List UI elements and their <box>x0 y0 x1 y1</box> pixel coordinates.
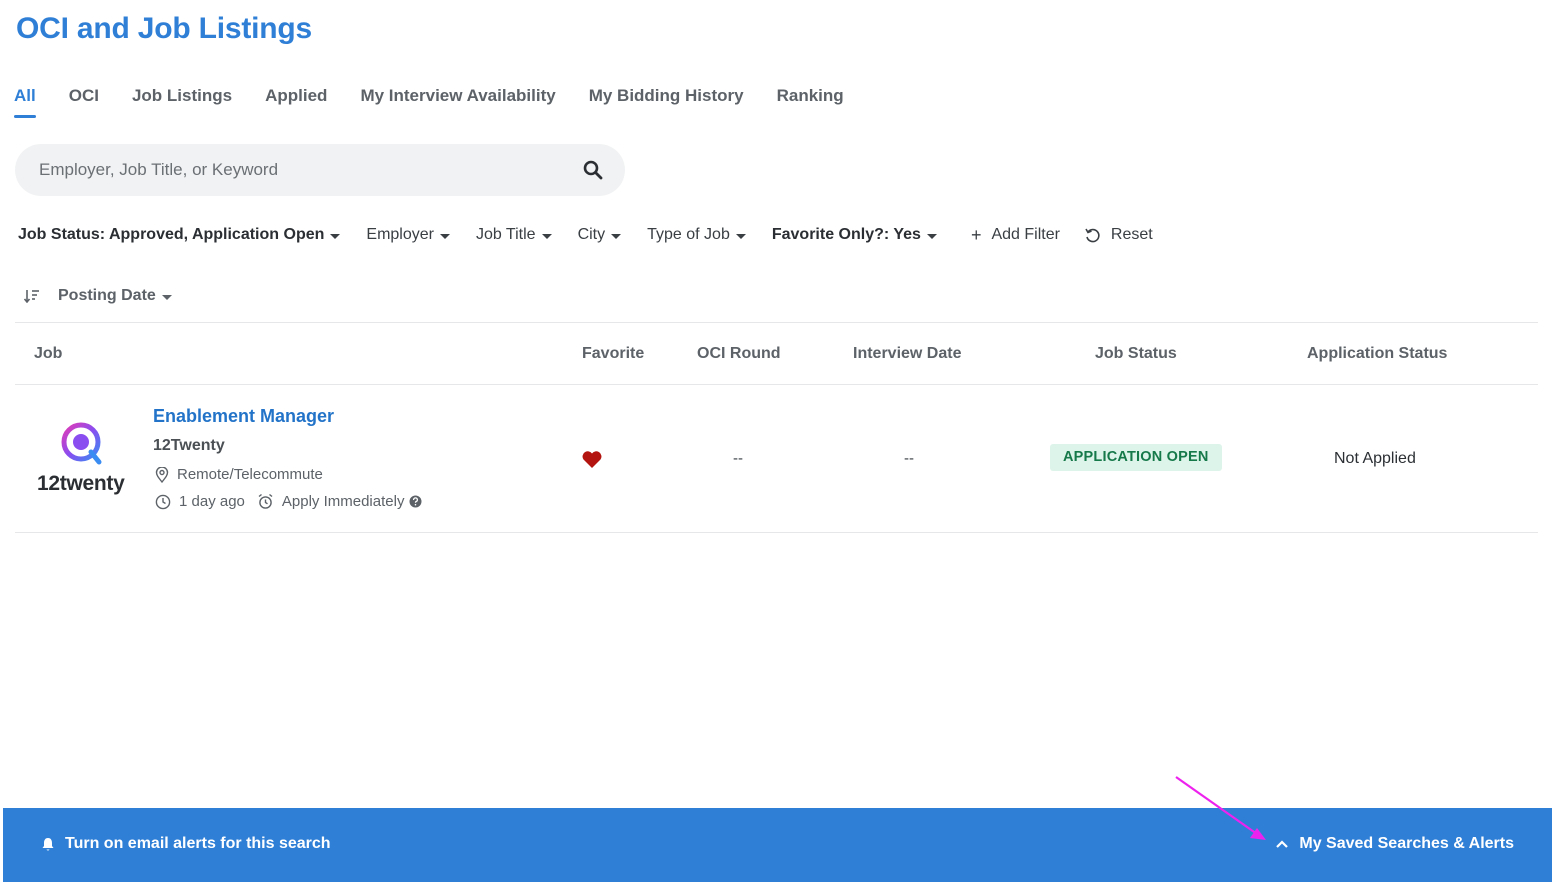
oci-round-value: -- <box>733 450 743 467</box>
divider <box>15 322 1538 323</box>
filter-employer[interactable]: Employer <box>366 226 450 244</box>
filter-type-of-job[interactable]: Type of Job <box>647 226 746 244</box>
caret-down-icon <box>926 233 937 239</box>
caret-down-icon <box>735 233 746 239</box>
favorite-heart-icon[interactable] <box>581 450 603 469</box>
email-alerts-button[interactable]: Turn on email alerts for this search <box>41 835 331 853</box>
column-header-job: Job <box>34 345 63 362</box>
tab-job-listings[interactable]: Job Listings <box>132 84 232 118</box>
job-title-link[interactable]: Enablement Manager <box>153 406 334 427</box>
saved-searches-button[interactable]: My Saved Searches & Alerts <box>1275 835 1514 853</box>
page-title: OCI and Job Listings <box>16 12 313 45</box>
chevron-up-icon <box>1276 840 1289 848</box>
status-badge: APPLICATION OPEN <box>1050 444 1222 471</box>
bell-icon <box>42 837 54 851</box>
employer-name: 12Twenty <box>153 437 225 454</box>
alarm-clock-icon <box>258 493 273 509</box>
search-icon[interactable] <box>583 160 603 180</box>
filter-favorite-only[interactable]: Favorite Only?: Yes <box>772 226 937 244</box>
help-icon[interactable] <box>409 495 422 508</box>
column-header-favorite: Favorite <box>582 345 645 362</box>
saved-search-bar: Turn on email alerts for this search My … <box>3 808 1552 882</box>
job-meta: 1 day ago Apply Immediately <box>155 493 422 510</box>
filter-employer-label: Employer <box>366 226 434 243</box>
filter-job-title-label: Job Title <box>475 226 536 243</box>
search-bar <box>15 144 625 196</box>
sort-label: Posting Date <box>58 287 156 304</box>
tab-my-bidding-history[interactable]: My Bidding History <box>589 84 744 118</box>
email-alerts-label: Turn on email alerts for this search <box>65 835 331 852</box>
tab-ranking[interactable]: Ranking <box>777 84 844 118</box>
caret-down-icon <box>439 233 450 239</box>
search-input[interactable] <box>39 144 559 196</box>
tab-bar: All OCI Job Listings Applied My Intervie… <box>14 84 877 118</box>
filter-bar: Job Status: Approved, Application Open E… <box>18 226 1179 244</box>
column-header-interview-date: Interview Date <box>853 345 962 362</box>
tab-my-interview-availability[interactable]: My Interview Availability <box>360 84 555 118</box>
filter-favorite-only-label: Favorite Only?: Yes <box>771 226 921 243</box>
tab-all[interactable]: All <box>14 84 36 118</box>
interview-date-value: -- <box>904 450 914 467</box>
reset-button[interactable]: Reset <box>1084 226 1153 244</box>
map-pin-icon <box>155 466 169 483</box>
posted-date: 1 day ago <box>179 493 245 510</box>
column-header-job-status: Job Status <box>1095 345 1177 362</box>
employer-logo-text: 12twenty <box>37 472 125 495</box>
add-filter-button[interactable]: + Add Filter <box>971 226 1060 244</box>
add-filter-label: Add Filter <box>991 226 1060 243</box>
divider <box>15 532 1538 533</box>
reset-label: Reset <box>1110 226 1153 243</box>
job-location-label: Remote/Telecommute <box>177 466 323 483</box>
clock-icon <box>155 494 171 509</box>
tab-oci[interactable]: OCI <box>69 84 99 118</box>
divider <box>15 384 1538 385</box>
reset-icon <box>1085 228 1100 242</box>
application-status-value: Not Applied <box>1334 450 1416 467</box>
tab-applied[interactable]: Applied <box>265 84 327 118</box>
sort-dropdown[interactable]: Posting Date <box>24 287 172 305</box>
sort-icon <box>24 290 39 303</box>
filter-job-title[interactable]: Job Title <box>476 226 552 244</box>
column-header-oci-round: OCI Round <box>697 345 781 362</box>
filter-job-status-label: Job Status: Approved, Application Open <box>18 226 325 243</box>
application-deadline: Apply Immediately <box>281 493 405 510</box>
caret-down-icon <box>330 233 341 239</box>
filter-job-status[interactable]: Job Status: Approved, Application Open <box>18 226 341 244</box>
filter-type-of-job-label: Type of Job <box>647 226 730 243</box>
plus-icon: + <box>970 225 982 245</box>
saved-searches-label: My Saved Searches & Alerts <box>1299 835 1514 852</box>
caret-down-icon <box>161 294 172 300</box>
filter-city[interactable]: City <box>578 226 622 244</box>
caret-down-icon <box>611 233 622 239</box>
caret-down-icon <box>541 233 552 239</box>
annotation-arrow <box>1175 776 1266 840</box>
filter-city-label: City <box>577 226 606 243</box>
column-header-application-status: Application Status <box>1307 345 1448 362</box>
job-location: Remote/Telecommute <box>155 466 323 483</box>
